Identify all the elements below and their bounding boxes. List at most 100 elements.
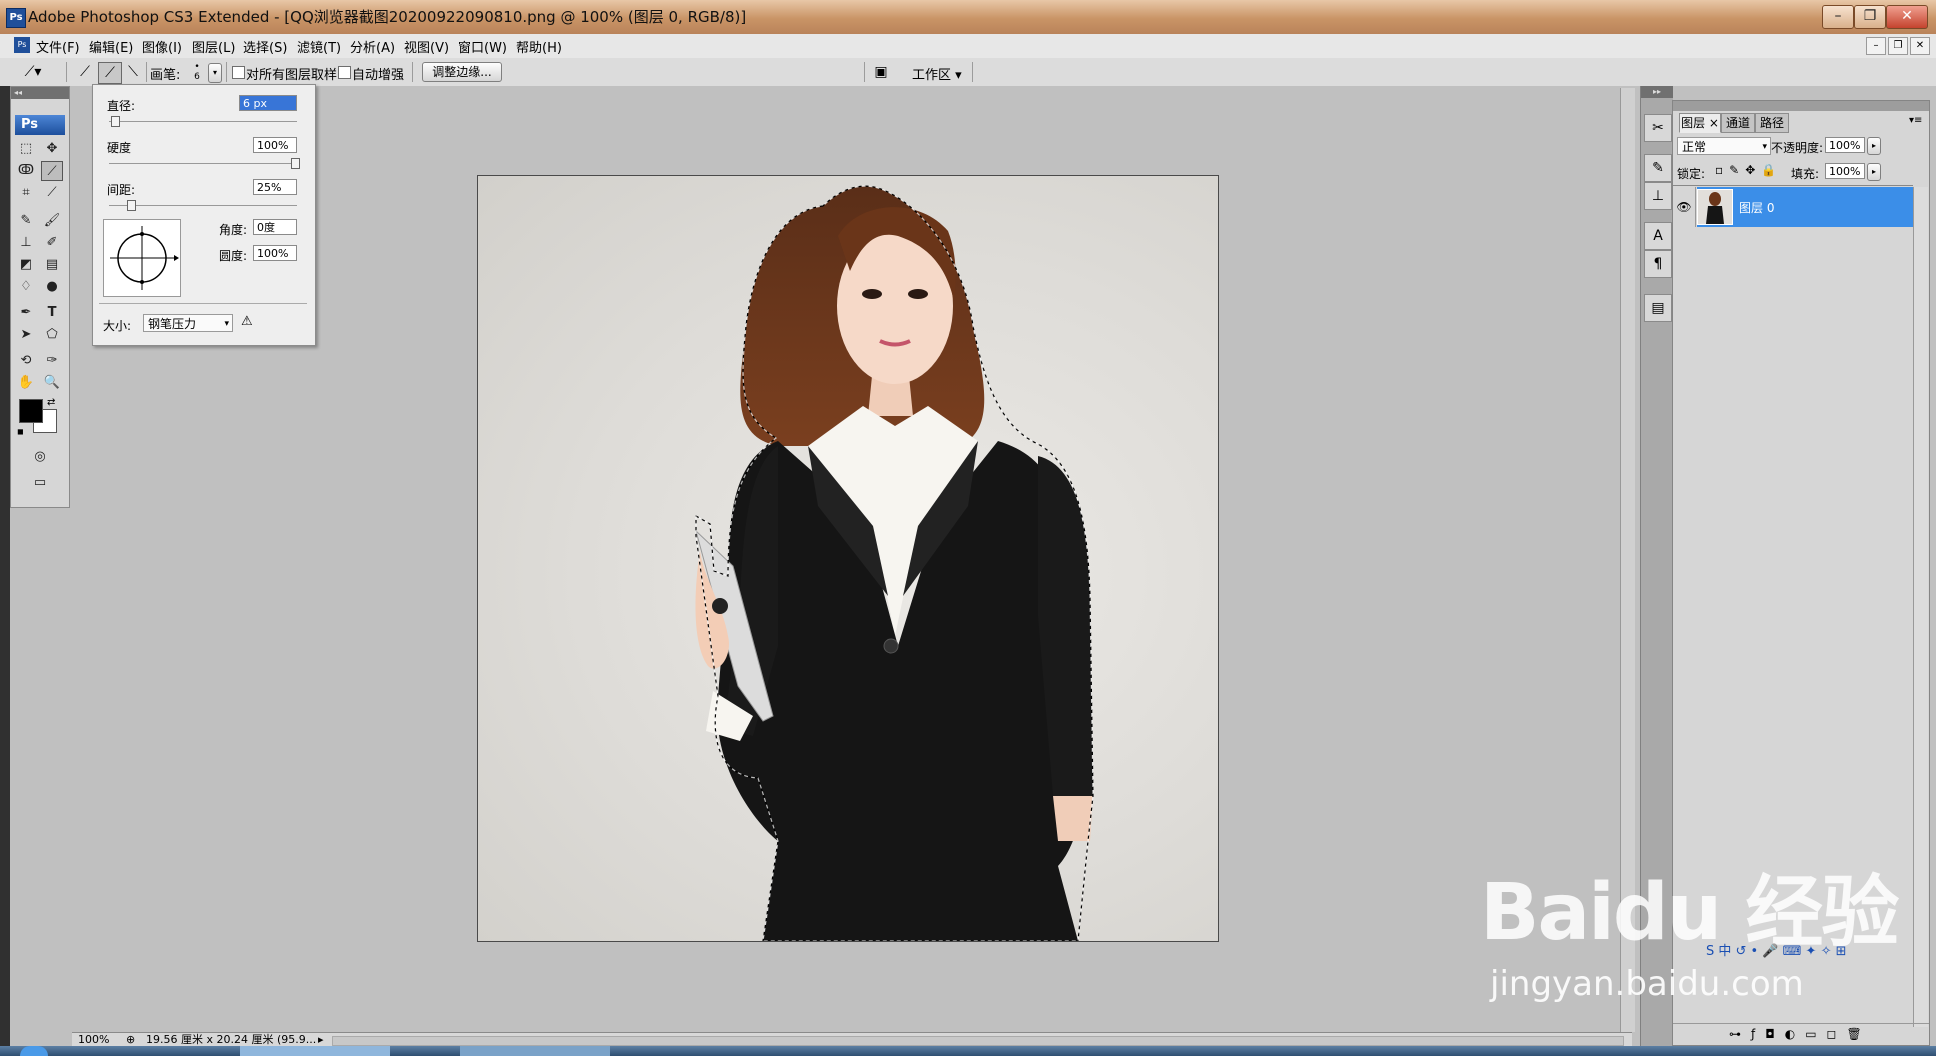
menu-view[interactable]: 视图(V) (404, 37, 449, 56)
shape-tool-icon[interactable]: ⬠ (41, 325, 63, 345)
paragraph-icon[interactable]: ¶ (1644, 250, 1672, 278)
menu-help[interactable]: 帮助(H) (516, 37, 562, 56)
dock-collapse-icon[interactable]: ▸▸ (1641, 86, 1673, 98)
add-to-selection-icon[interactable]: ⟋ (98, 62, 122, 84)
taskbar-item[interactable] (460, 1046, 610, 1056)
clone-source-icon[interactable]: ⊥ (1644, 182, 1672, 210)
path-selection-icon[interactable]: ➤ (15, 325, 37, 345)
history-brush-icon[interactable]: ✐ (41, 233, 63, 253)
diameter-input[interactable]: 6 px (239, 95, 297, 111)
taskbar-item[interactable] (240, 1046, 390, 1056)
quick-selection-preset-icon[interactable]: ⟋▾ (22, 62, 44, 82)
marquee-tool-icon[interactable]: ⬚ (15, 139, 37, 159)
document-canvas[interactable] (477, 175, 1219, 942)
gradient-tool-icon[interactable]: ▤ (41, 255, 63, 275)
opacity-input[interactable]: 100% (1825, 137, 1865, 153)
tab-paths[interactable]: 路径 (1755, 113, 1789, 133)
pen-tool-icon[interactable]: ✒ (15, 303, 37, 323)
bridge-icon[interactable]: ▣ (870, 62, 892, 82)
sample-all-layers-checkbox[interactable] (232, 66, 245, 79)
quick-mask-icon[interactable]: ◎ (29, 447, 51, 467)
spacing-slider-thumb[interactable] (127, 200, 136, 211)
healing-brush-icon[interactable]: ✎ (15, 211, 37, 231)
crop-tool-icon[interactable]: ⌗ (15, 183, 37, 203)
menu-select[interactable]: 选择(S) (243, 37, 287, 56)
opacity-slider-button[interactable]: ▸ (1867, 137, 1881, 155)
screen-mode-icon[interactable]: ▭ (29, 473, 51, 493)
size-control-select[interactable]: 钢笔压力 ▾ (143, 314, 233, 332)
menu-analysis[interactable]: 分析(A) (350, 37, 395, 56)
navigator-icon[interactable]: ✂ (1644, 114, 1672, 142)
blend-mode-select[interactable]: 正常 ▾ (1677, 137, 1771, 155)
spacing-input[interactable]: 25% (253, 179, 297, 195)
close-button[interactable]: ✕ (1886, 5, 1928, 29)
zoom-level[interactable]: 100% (78, 1033, 109, 1047)
toolbox-collapse-icon[interactable]: ◂◂ (11, 87, 69, 99)
character-icon[interactable]: A (1644, 222, 1672, 250)
blur-tool-icon[interactable]: ♢ (15, 277, 37, 297)
default-colors-icon[interactable]: ◼ (17, 427, 24, 436)
fill-input[interactable]: 100% (1825, 163, 1865, 179)
new-selection-icon[interactable]: ⟋ (74, 62, 96, 82)
lock-icons[interactable]: ▫✎✥🔒 (1715, 163, 1782, 177)
options-bar: ⟋▾ ⟋ ⟋ ⟍ 画笔: • 6 ▾ 对所有图层取样 自动增强 调整边缘... ▣… (0, 58, 1936, 87)
workspace-menu[interactable]: 工作区 ▾ (912, 64, 962, 83)
eyedropper-tool-icon[interactable]: ✑ (41, 351, 63, 371)
angle-input[interactable]: 0度 (253, 219, 297, 235)
blend-mode-value: 正常 (1682, 140, 1707, 154)
ime-toolbar[interactable]: S 中 ↺ • 🎤 ⌨ ✦ ✧ ⊞ (1706, 940, 1926, 962)
lasso-tool-icon[interactable]: ↂ (15, 161, 37, 181)
brushes-icon[interactable]: ✎ (1644, 154, 1672, 182)
menu-edit[interactable]: 编辑(E) (89, 37, 133, 56)
brush-tool-icon[interactable]: 🖌 (41, 211, 63, 231)
fill-label: 填充: (1791, 167, 1820, 181)
brush-picker-button[interactable]: ▾ (208, 63, 222, 83)
auto-enhance-checkbox[interactable] (338, 66, 351, 79)
menu-image[interactable]: 图像(I) (142, 37, 182, 56)
3d-tool-icon[interactable]: ⟲ (15, 351, 37, 371)
visibility-eye-icon[interactable]: 👁 (1673, 187, 1696, 227)
layer-comps-icon[interactable]: ▤ (1644, 294, 1672, 322)
tab-layers[interactable]: 图层 × (1679, 113, 1721, 133)
brush-angle-preview[interactable] (103, 219, 181, 297)
clone-stamp-icon[interactable]: ⊥ (15, 233, 37, 253)
eraser-tool-icon[interactable]: ◩ (15, 255, 37, 275)
restore-button[interactable]: ❐ (1854, 5, 1886, 29)
zoom-tool-icon[interactable]: 🔍 (41, 373, 63, 393)
menu-filter[interactable]: 滤镜(T) (297, 37, 341, 56)
diameter-slider-thumb[interactable] (111, 116, 120, 127)
status-menu-arrow-icon[interactable]: ▸ (318, 1033, 324, 1047)
refine-edge-button[interactable]: 调整边缘... (422, 62, 502, 82)
layer-row-selected[interactable]: 图层 0 (1697, 187, 1913, 227)
type-tool-icon[interactable]: T (41, 303, 63, 323)
hardness-input[interactable]: 100% (253, 137, 297, 153)
menu-layer[interactable]: 图层(L) (192, 37, 235, 56)
divider (412, 62, 413, 82)
document-info[interactable]: 19.56 厘米 x 20.24 厘米 (95.9... (146, 1033, 316, 1047)
doc-restore-button[interactable]: ❐ (1888, 37, 1908, 55)
quick-selection-tool-icon[interactable]: ⟋ (41, 161, 63, 181)
tab-channels[interactable]: 通道 (1721, 113, 1755, 133)
roundness-input[interactable]: 100% (253, 245, 297, 261)
doc-minimize-button[interactable]: – (1866, 37, 1886, 55)
dodge-tool-icon[interactable]: ● (41, 277, 63, 297)
hand-tool-icon[interactable]: ✋ (15, 373, 37, 393)
document-icon[interactable]: Ps (14, 37, 30, 53)
panel-menu-icon[interactable]: ▾≡ (1909, 115, 1922, 126)
move-tool-icon[interactable]: ✥ (41, 139, 63, 159)
foreground-color-swatch[interactable] (19, 399, 43, 423)
fill-slider-button[interactable]: ▸ (1867, 163, 1881, 181)
horizontal-scrollbar[interactable] (332, 1036, 1624, 1046)
swap-colors-icon[interactable]: ⇄ (47, 397, 55, 408)
menu-window[interactable]: 窗口(W) (458, 37, 507, 56)
layers-scrollbar[interactable] (1913, 187, 1928, 1027)
brush-preview[interactable]: • 6 (190, 62, 204, 82)
doc-close-button[interactable]: ✕ (1910, 37, 1930, 55)
hardness-slider-thumb[interactable] (291, 158, 300, 169)
subtract-from-selection-icon[interactable]: ⟍ (122, 62, 144, 82)
slice-tool-icon[interactable]: ⟋ (41, 183, 63, 203)
start-button[interactable] (20, 1046, 48, 1056)
layer-actions-bar[interactable]: ⊶ƒ◘◐▭◻🗑 (1673, 1023, 1929, 1043)
menu-file[interactable]: 文件(F) (36, 37, 80, 56)
minimize-button[interactable]: – (1822, 5, 1854, 29)
